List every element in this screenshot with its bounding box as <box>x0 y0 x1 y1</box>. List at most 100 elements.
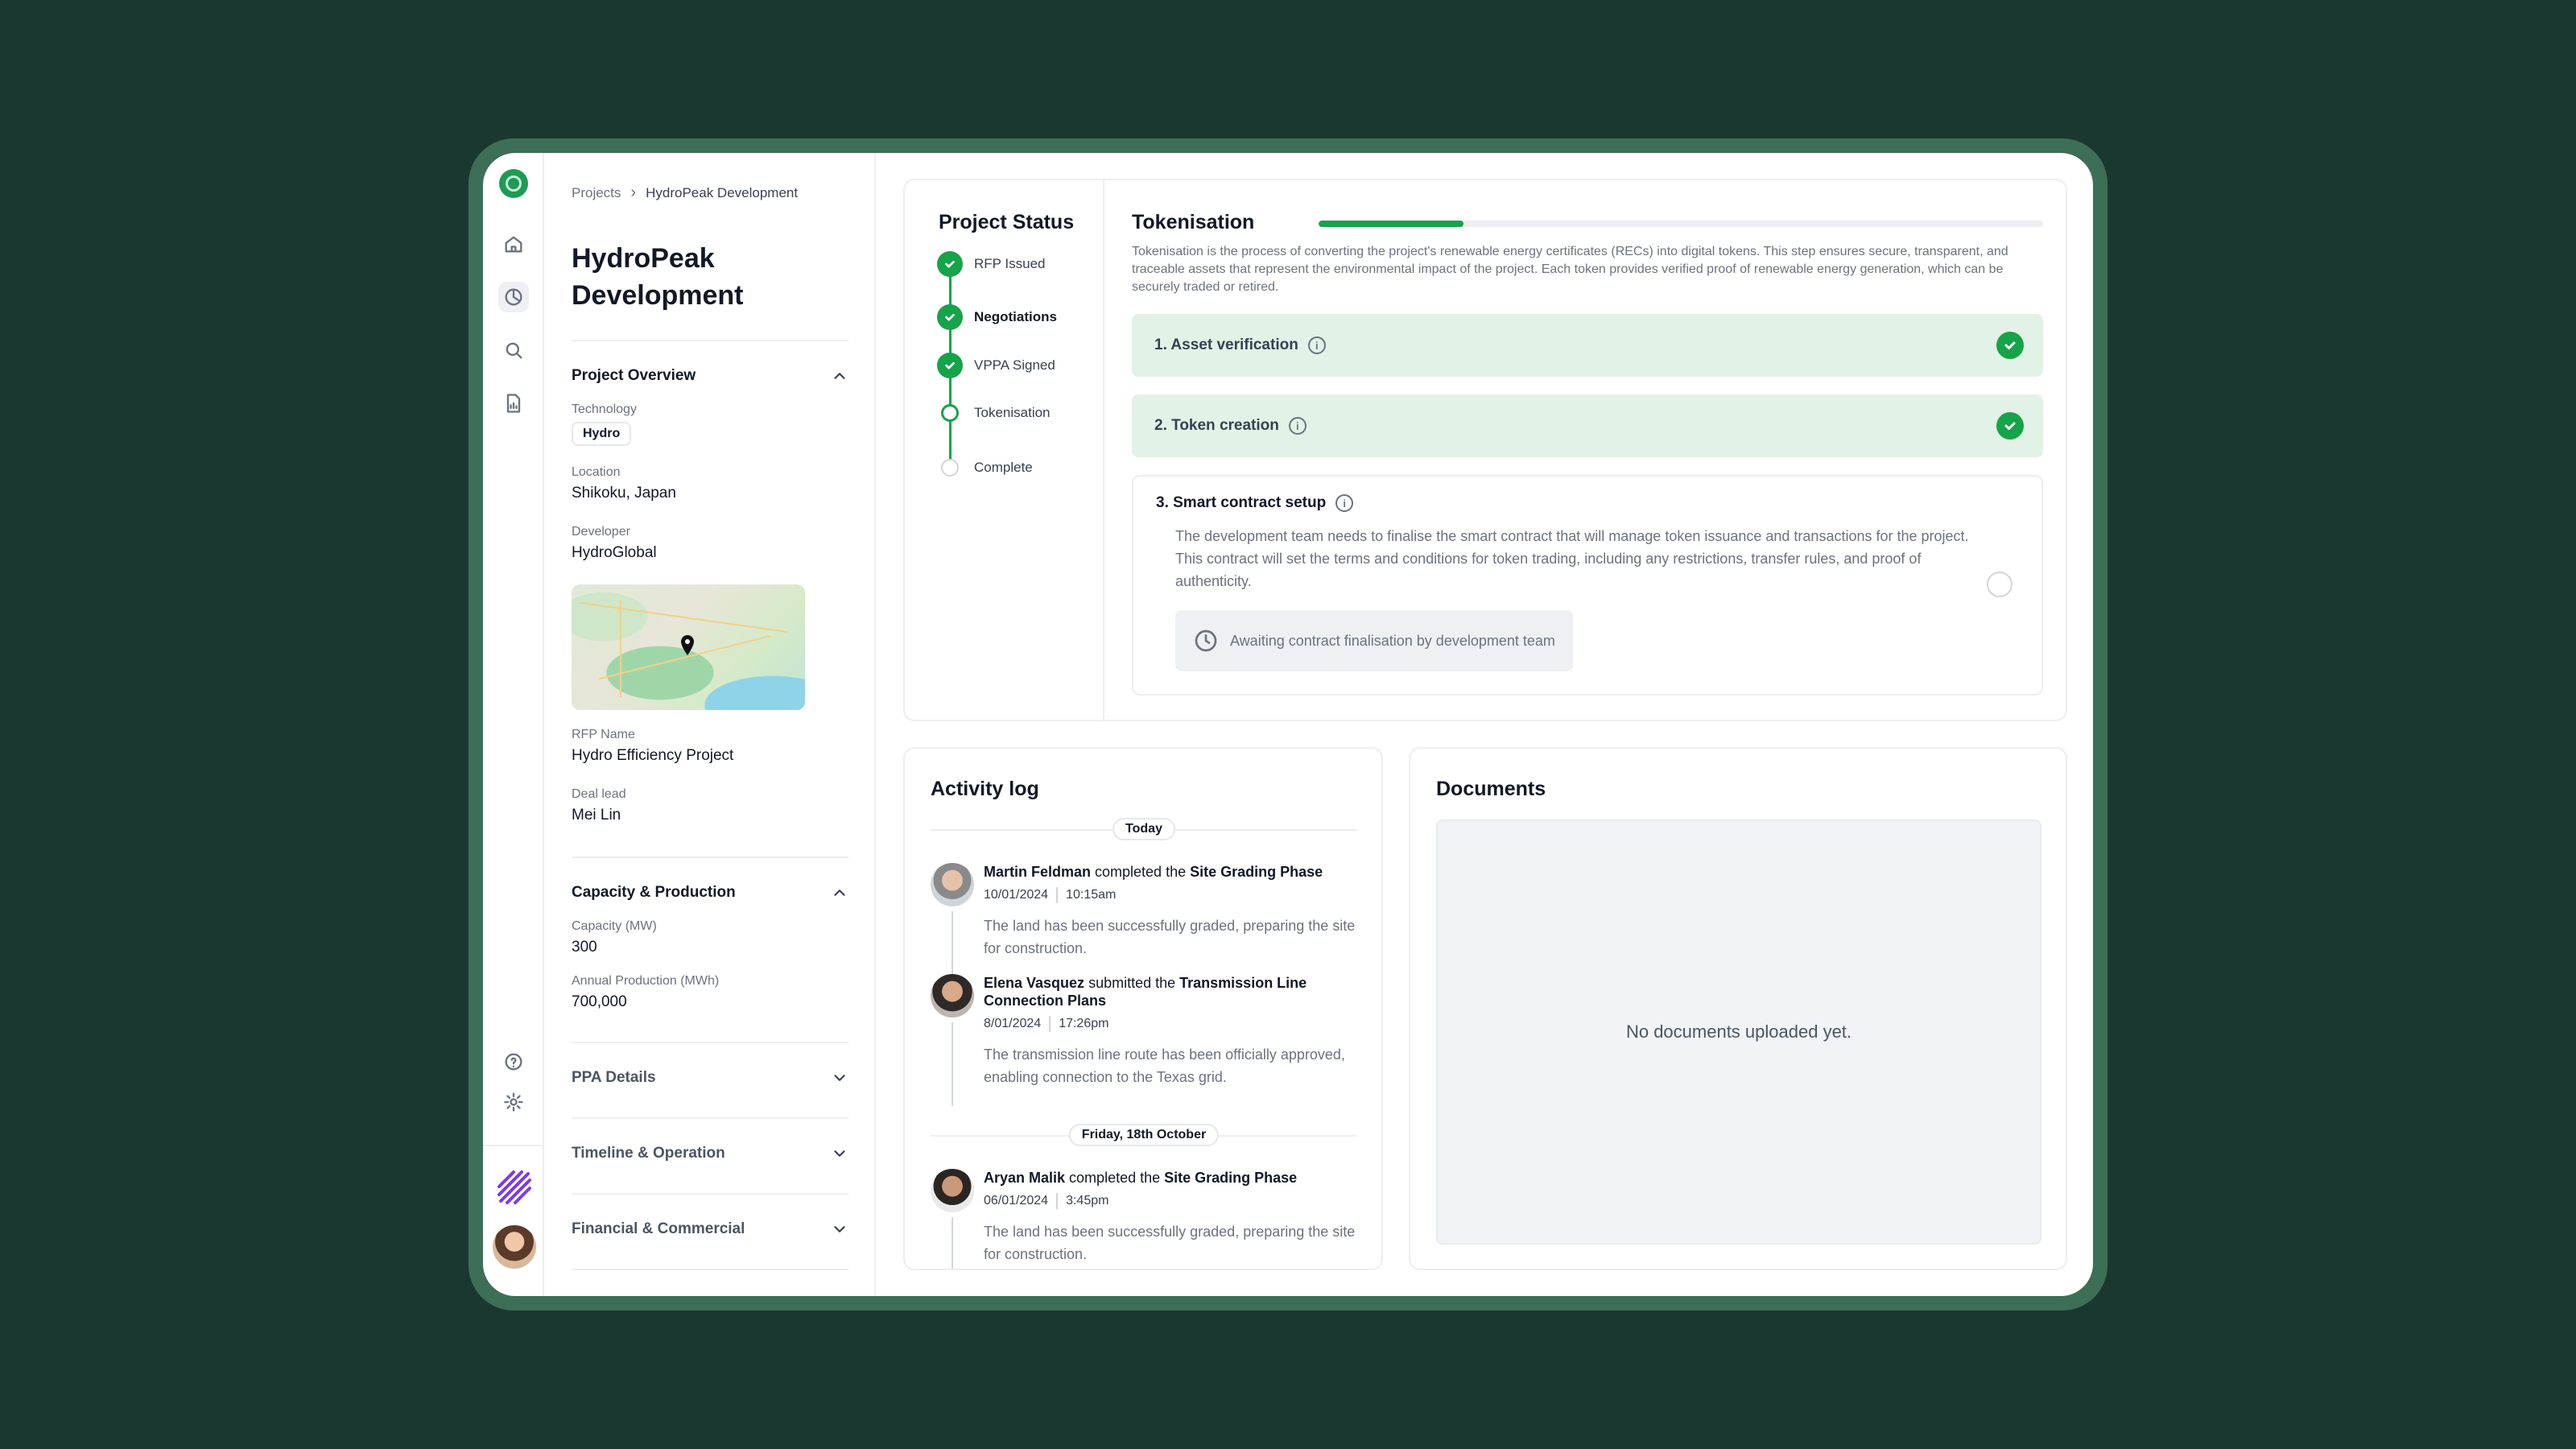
map-pin-icon <box>681 635 694 655</box>
technology-label: Technology <box>572 402 637 416</box>
smart-contract-step[interactable]: 3. Smart contract setup i The developmen… <box>1132 475 2043 696</box>
production-label: Annual Production (MWh) <box>572 974 720 988</box>
step-vppa-signed[interactable]: VPPA Signed <box>937 353 1055 378</box>
check-icon <box>937 251 963 277</box>
brand-stripes-icon[interactable] <box>496 1169 533 1206</box>
activity-message: The land has been successfully graded, p… <box>984 918 1356 956</box>
home-icon[interactable] <box>498 229 529 259</box>
help-icon[interactable] <box>498 1046 529 1077</box>
step-description: The development team needs to finalise t… <box>1175 528 1969 589</box>
breadcrumb-projects-link[interactable]: Projects <box>572 185 621 201</box>
chevron-down-icon <box>834 1075 845 1081</box>
app-logo-icon[interactable] <box>499 169 528 198</box>
breadcrumb: Projects › HydroPeak Development <box>572 184 798 202</box>
tokenisation-description: Tokenisation is the process of convertin… <box>1132 245 2008 294</box>
section-title: Capacity & Production <box>572 884 736 901</box>
report-icon[interactable] <box>498 388 529 419</box>
section-timeline-toggle[interactable]: Timeline & Operation <box>572 1145 848 1162</box>
app-window: Projects › HydroPeak Development HydroPe… <box>483 153 2093 1296</box>
activity-title: Activity log <box>931 778 1039 800</box>
location-map[interactable] <box>572 584 805 710</box>
avatar[interactable] <box>931 1169 974 1212</box>
section-project-overview-toggle[interactable]: Project Overview <box>572 367 848 385</box>
section-capacity-toggle[interactable]: Capacity & Production <box>572 884 848 902</box>
divider <box>572 857 848 858</box>
chevron-right-icon: › <box>630 184 637 201</box>
step-title: 1. Asset verification <box>1154 336 1298 353</box>
step-complete[interactable]: Complete <box>937 459 1033 477</box>
step-label: Complete <box>974 460 1033 475</box>
documents-card: Documents No documents uploaded yet. <box>1409 747 2067 1270</box>
activity-headline: Elena Vasquez submitted the Transmission… <box>984 975 1307 1009</box>
timeline-line <box>952 1217 953 1269</box>
documents-title: Documents <box>1436 778 1546 800</box>
documents-empty-state[interactable]: No documents uploaded yet. <box>1436 819 2041 1245</box>
capacity-label: Capacity (MW) <box>572 919 657 933</box>
activity-headline: Aryan Malik completed the Site Grading P… <box>984 1170 1298 1186</box>
current-step-ring-icon <box>941 404 959 422</box>
info-icon[interactable]: i <box>1307 336 1326 354</box>
activity-log-card: Activity log Today Martin Feldman comple… <box>903 747 1383 1270</box>
developer-label: Developer <box>572 525 630 539</box>
tokenisation-progress-bar <box>1319 221 2043 227</box>
check-icon <box>937 304 963 330</box>
location-value: Shikoku, Japan <box>572 485 676 502</box>
settings-gear-icon[interactable] <box>498 1087 529 1117</box>
token-creation-step[interactable]: 2. Token creation i <box>1132 394 2043 457</box>
step-rfp-issued[interactable]: RFP Issued <box>937 251 1046 277</box>
rail-divider <box>483 1145 544 1146</box>
chevron-down-icon <box>834 1226 845 1232</box>
step-label: Negotiations <box>974 309 1057 324</box>
step-negotiations[interactable]: Negotiations <box>937 304 1057 330</box>
timeline-line <box>952 911 953 976</box>
rfp-name-label: RFP Name <box>572 728 635 741</box>
section-title: PPA Details <box>572 1069 656 1086</box>
section-financial-toggle[interactable]: Financial & Commercial <box>572 1220 848 1238</box>
chevron-up-icon <box>834 373 845 379</box>
project-status-card: Project Status RFP Issued Negotiations V… <box>903 179 2067 721</box>
search-icon[interactable] <box>498 335 529 365</box>
activity-date: 8/01/2024 <box>984 1017 1042 1030</box>
section-title: Timeline & Operation <box>572 1145 725 1162</box>
clock-icon <box>1195 630 1217 652</box>
activity-time: 10:15am <box>1066 888 1117 902</box>
capacity-value: 300 <box>572 939 597 956</box>
section-ppa-toggle[interactable]: PPA Details <box>572 1069 848 1087</box>
icon-rail <box>483 153 544 1296</box>
divider <box>572 1042 848 1043</box>
breadcrumb-current: HydroPeak Development <box>646 184 799 200</box>
day-pill: Friday, 18th October <box>1068 1124 1220 1146</box>
empty-message: No documents uploaded yet. <box>1625 1022 1852 1042</box>
step-tokenisation[interactable]: Tokenisation <box>937 404 1051 422</box>
info-icon[interactable]: i <box>1335 494 1354 512</box>
check-circle-icon <box>1996 332 2024 359</box>
tokenisation-title: Tokenisation <box>1132 211 1255 233</box>
avatar[interactable] <box>931 974 974 1018</box>
check-icon <box>937 353 963 378</box>
step-title-row: 3. Smart contract setup i <box>1156 494 1354 512</box>
asset-verification-step[interactable]: 1. Asset verification i <box>1132 314 2043 377</box>
activity-message: The land has been successfully graded, p… <box>984 1224 1356 1262</box>
awaiting-notice: Awaiting contract finalisation by develo… <box>1175 610 1573 671</box>
step-label: RFP Issued <box>974 256 1046 271</box>
projects-chart-icon[interactable] <box>498 282 529 312</box>
deal-lead-label: Deal lead <box>572 787 626 801</box>
step-title: 3. Smart contract setup <box>1156 494 1327 511</box>
activity-time: 17:26pm <box>1059 1017 1109 1030</box>
rfp-name-value: Hydro Efficiency Project <box>572 747 734 764</box>
pending-checkbox[interactable] <box>1987 572 2013 597</box>
activity-headline: Martin Feldman completed the Site Gradin… <box>984 864 1323 880</box>
activity-meta: 06/01/2024 3:45pm <box>984 1193 1108 1209</box>
pending-step-ring-icon <box>941 459 959 477</box>
project-details-panel: Projects › HydroPeak Development HydroPe… <box>544 153 876 1296</box>
step-title: 2. Token creation <box>1154 417 1279 434</box>
timeline-line <box>952 1022 953 1106</box>
user-avatar[interactable] <box>493 1225 536 1269</box>
info-icon[interactable]: i <box>1288 417 1307 435</box>
progress-fill <box>1319 221 1463 227</box>
awaiting-text: Awaiting contract finalisation by develo… <box>1230 632 1555 649</box>
deal-lead-value: Mei Lin <box>572 807 621 824</box>
avatar[interactable] <box>931 863 974 906</box>
activity-message: The transmission line route has been off… <box>984 1046 1345 1085</box>
status-stepper: Project Status RFP Issued Negotiations V… <box>905 180 1104 720</box>
